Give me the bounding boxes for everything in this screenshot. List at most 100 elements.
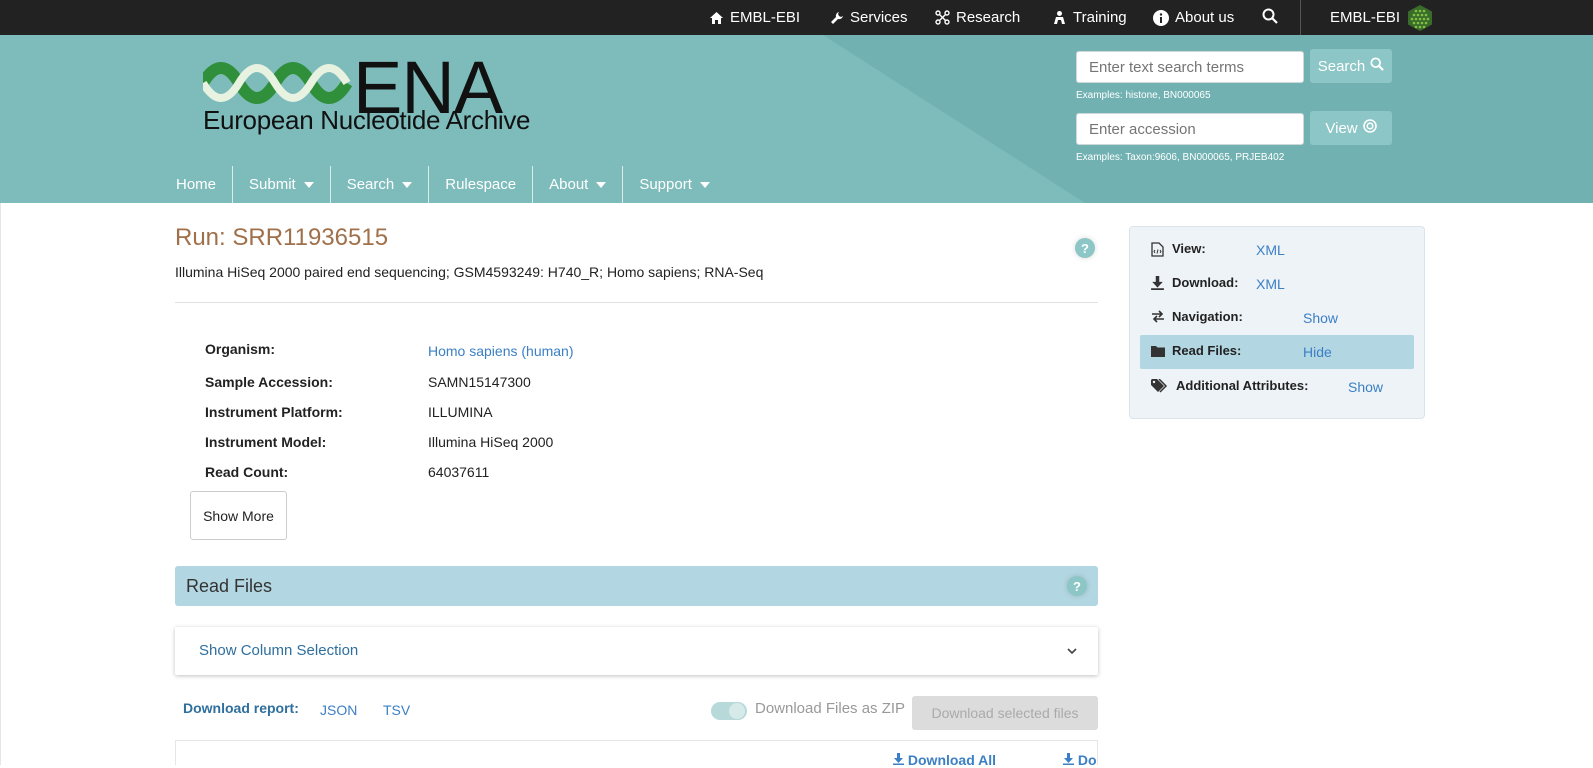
main-nav: Home Submit Search Rulespace About Suppo… <box>160 166 726 203</box>
read-count-value: 64037611 <box>428 464 490 480</box>
help-icon[interactable]: ? <box>1075 238 1095 258</box>
help-icon-glyph: ? <box>1081 240 1089 256</box>
caret-down-icon <box>303 181 314 188</box>
topnav-research-label: Research <box>956 9 1021 26</box>
download-icon <box>893 752 908 768</box>
text-search-input[interactable] <box>1076 51 1304 83</box>
research-icon <box>935 10 950 25</box>
run-description: Illumina HiSeq 2000 paired end sequencin… <box>175 264 764 280</box>
caret-down-icon <box>402 181 413 188</box>
topnav-about-us[interactable]: About us <box>1153 0 1234 35</box>
sample-accession-value: SAMN15147300 <box>428 374 531 390</box>
topnav-services-label: Services <box>850 9 908 26</box>
zip-toggle-knob <box>729 703 745 719</box>
column-selection-panel[interactable]: Show Column Selection <box>175 627 1098 675</box>
side-row-view: View: XML <box>1140 233 1414 267</box>
download-tsv-link[interactable]: TSV <box>383 702 410 718</box>
side-row-read-files: Read Files: Hide <box>1140 335 1414 369</box>
instrument-model-value: Illumina HiSeq 2000 <box>428 434 554 450</box>
side-download-label: Download: <box>1172 275 1239 290</box>
side-navigation-label: Navigation: <box>1172 309 1243 324</box>
topnav-search-button[interactable] <box>1262 0 1278 35</box>
embl-ebi-brand-label: EMBL-EBI <box>1330 9 1401 26</box>
download-json-link[interactable]: JSON <box>320 702 357 718</box>
info-icon <box>1153 9 1169 26</box>
topnav-embl-ebi[interactable]: EMBL-EBI <box>709 0 800 35</box>
read-files-help-icon[interactable]: ? <box>1067 576 1087 596</box>
read-files-help-glyph: ? <box>1073 578 1081 594</box>
side-additional-attributes-label: Additional Attributes: <box>1176 378 1309 393</box>
search-button[interactable]: Search <box>1310 49 1392 83</box>
accession-input[interactable] <box>1076 113 1304 145</box>
download-all-link[interactable]: Download All <box>893 752 996 768</box>
tags-icon <box>1151 378 1169 398</box>
read-count-label: Read Count: <box>205 464 289 480</box>
topnav-services[interactable]: Services <box>830 0 908 35</box>
search-icon <box>1262 8 1278 28</box>
accession-examples: Examples: Taxon:9606, BN000065, PRJEB402 <box>1076 152 1285 163</box>
nav-home[interactable]: Home <box>160 166 234 203</box>
caret-down-icon <box>699 181 710 188</box>
additional-attributes-show-link[interactable]: Show <box>1348 379 1383 395</box>
nav-rulespace[interactable]: Rulespace <box>429 166 534 203</box>
page-left-border <box>0 203 1 765</box>
caret-down-icon <box>596 181 607 188</box>
download-partial-link[interactable]: Do <box>1063 752 1097 768</box>
record-side-panel: View: XML Download: XML Navigation: Show… <box>1129 226 1425 419</box>
home-icon <box>709 11 724 25</box>
logo-subtitle: European Nucleotide Archive <box>203 105 531 135</box>
side-read-files-label: Read Files: <box>1172 343 1242 358</box>
zip-toggle[interactable] <box>711 702 747 720</box>
search-examples: Examples: histone, BN000065 <box>1076 90 1211 101</box>
xml-file-icon <box>1151 242 1164 262</box>
side-row-navigation: Navigation: Show <box>1140 301 1414 335</box>
download-icon <box>1151 276 1164 295</box>
nav-about[interactable]: About <box>533 166 624 203</box>
show-more-button[interactable]: Show More <box>190 491 287 540</box>
nav-submit-label: Submit <box>249 176 296 193</box>
view-xml-link[interactable]: XML <box>1256 242 1285 258</box>
organism-link[interactable]: Homo sapiens (human) <box>428 343 574 359</box>
training-icon <box>1052 10 1067 25</box>
nav-support-label: Support <box>639 176 692 193</box>
instrument-platform-value: ILLUMINA <box>428 404 493 420</box>
view-button[interactable]: View <box>1310 111 1392 145</box>
read-files-header: Read Files ? <box>175 566 1098 606</box>
target-icon <box>1362 119 1377 137</box>
side-row-additional-attributes: Additional Attributes: Show <box>1140 370 1414 404</box>
search-button-label: Search <box>1317 57 1366 75</box>
download-all-label: Download All <box>907 752 997 768</box>
read-files-hide-link[interactable]: Hide <box>1303 344 1332 360</box>
side-row-download: Download: XML <box>1140 267 1414 301</box>
topnav-embl-ebi-label: EMBL-EBI <box>730 9 801 26</box>
nav-support[interactable]: Support <box>623 166 726 203</box>
zip-toggle-label: Download Files as ZIP <box>755 700 906 717</box>
sample-accession-label: Sample Accession: <box>205 374 333 390</box>
nav-search-label: Search <box>346 176 395 193</box>
topnav-training-label: Training <box>1073 9 1127 26</box>
page-title: Run: SRR11936515 <box>175 224 389 251</box>
organism-label: Organism: <box>205 341 276 357</box>
view-button-label: View <box>1325 119 1358 137</box>
nav-search[interactable]: Search <box>331 166 430 203</box>
embl-ebi-brand[interactable]: EMBL-EBI <box>1330 0 1434 35</box>
topnav-research[interactable]: Research <box>935 0 1020 35</box>
instrument-model-label: Instrument Model: <box>205 434 327 450</box>
exchange-icon <box>1151 310 1165 328</box>
download-icon <box>1063 752 1078 768</box>
download-selected-button[interactable]: Download selected files <box>912 696 1098 730</box>
download-xml-link[interactable]: XML <box>1256 276 1285 292</box>
global-header: EMBL-EBI Services Research Training Abou… <box>0 0 1593 35</box>
search-icon <box>1370 57 1385 75</box>
folder-icon <box>1151 344 1165 362</box>
nav-submit[interactable]: Submit <box>233 166 331 203</box>
instrument-platform-label: Instrument Platform: <box>205 404 343 420</box>
side-view-label: View: <box>1172 241 1206 256</box>
show-more-label: Show More <box>203 507 274 524</box>
topnav-training[interactable]: Training <box>1052 0 1127 35</box>
dna-helix-icon <box>203 62 353 104</box>
embl-hexagon-logo-icon <box>1406 4 1434 32</box>
nav-home-label: Home <box>176 176 217 193</box>
navigation-show-link[interactable]: Show <box>1303 310 1338 326</box>
download-report-label: Download report: <box>183 700 299 716</box>
